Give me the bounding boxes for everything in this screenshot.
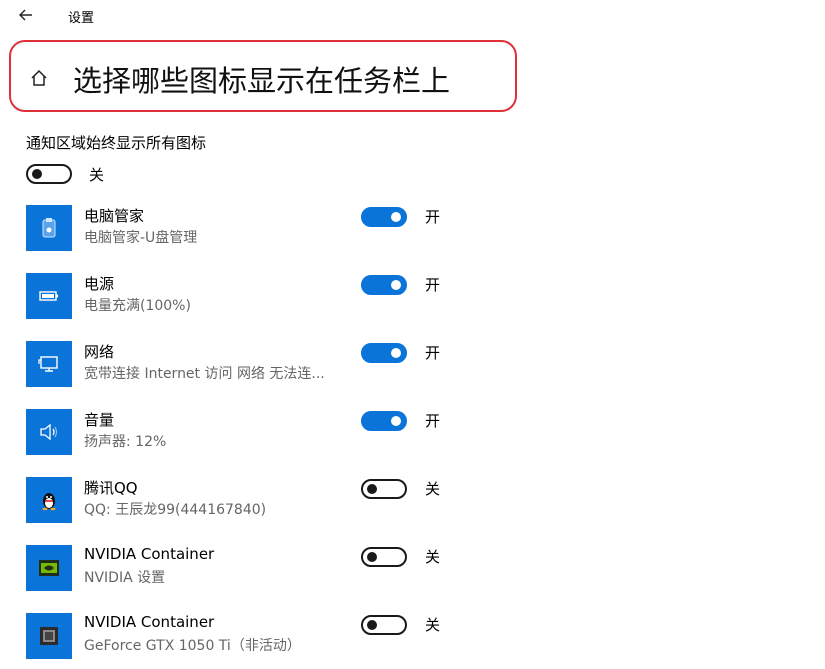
list-item: 网络 宽带连接 Internet 访问 网络 无法连... 开 [26,341,466,397]
toggle-knob [391,212,401,222]
usb-drive-icon [42,218,56,238]
list-item: 音量 扬声器: 12% 开 [26,409,466,465]
list-item: 电源 电量充满(100%) 开 [26,273,466,329]
item-description: NVIDIA 设置 [84,570,166,586]
toggle-knob [391,280,401,290]
item-description: QQ: 王辰龙99(444167840) [84,502,267,518]
qq-penguin-icon [42,493,56,511]
item-toggle[interactable] [361,207,407,227]
app-icon-tile [26,205,72,251]
item-name: 音量 [84,411,115,429]
item-description: 扬声器: 12% [84,434,167,450]
toggle-state-label: 开 [425,208,441,226]
toggle-knob [367,552,377,562]
app-icon-tile [26,545,72,591]
item-toggle[interactable] [361,275,407,295]
toggle-knob [391,416,401,426]
app-icon-tile [26,409,72,455]
item-name: 网络 [84,343,115,361]
item-toggle[interactable] [361,615,407,635]
list-item: NVIDIA Container NVIDIA 设置 关 [26,545,466,601]
toggle-knob [367,484,377,494]
icon-list: 电脑管家 电脑管家-U盘管理 开 电源 电量充满(100%) 开 网络 宽带连接 [0,0,825,661]
item-name: 腾讯QQ [84,479,138,497]
toggle-state-label: 关 [425,616,441,634]
toggle-state-label: 关 [425,480,441,498]
app-icon-tile [26,341,72,387]
speaker-icon [40,423,58,441]
item-toggle[interactable] [361,343,407,363]
app-icon-tile [26,613,72,659]
toggle-knob [391,348,401,358]
item-toggle[interactable] [361,479,407,499]
toggle-state-label: 开 [425,412,441,430]
item-name: 电源 [84,275,115,293]
item-name: NVIDIA Container [84,613,215,631]
app-icon-tile [26,273,72,319]
list-item: 腾讯QQ QQ: 王辰龙99(444167840) 关 [26,477,466,533]
toggle-state-label: 开 [425,344,441,362]
app-icon-tile [26,477,72,523]
gpu-chip-icon [40,627,58,645]
toggle-state-label: 开 [425,276,441,294]
toggle-knob [367,620,377,630]
item-description: 电脑管家-U盘管理 [84,230,198,246]
list-item: 电脑管家 电脑管家-U盘管理 开 [26,205,466,261]
network-monitor-icon [38,356,58,372]
item-toggle[interactable] [361,547,407,567]
nvidia-icon [39,560,59,576]
item-description: 宽带连接 Internet 访问 网络 无法连... [84,366,325,382]
toggle-state-label: 关 [425,548,441,566]
item-name: 电脑管家 [84,207,145,225]
item-toggle[interactable] [361,411,407,431]
item-name: NVIDIA Container [84,545,215,563]
battery-icon [39,291,58,301]
item-description: 电量充满(100%) [84,298,191,314]
item-description: GeForce GTX 1050 Ti（非活动） [84,638,301,654]
